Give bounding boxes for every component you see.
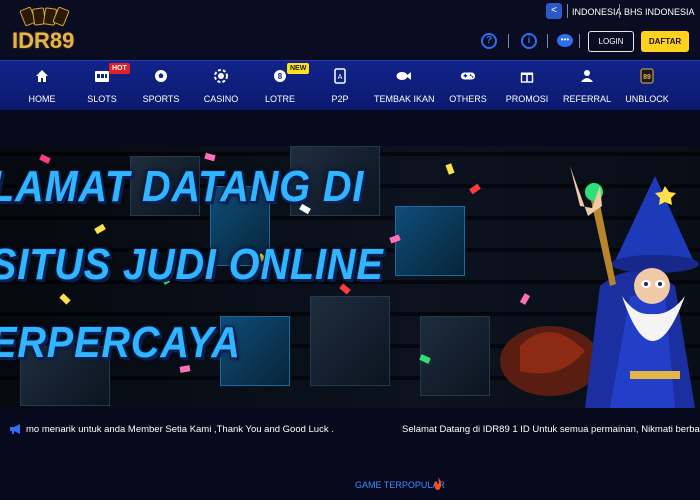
svg-text:8: 8 bbox=[278, 72, 283, 81]
divider bbox=[508, 34, 509, 48]
banner-headline-line-3: ERPERCAYA bbox=[0, 318, 241, 367]
nav-label: HOME bbox=[28, 94, 56, 104]
nav-item-promosi[interactable]: PROMOSI bbox=[505, 61, 549, 111]
nav-item-sports[interactable]: SPORTS bbox=[139, 61, 183, 111]
top-bar: IDR89 < INDONESIA BHS INDONESIA ? i ••• … bbox=[0, 0, 700, 60]
nav-label: REFERRAL bbox=[562, 94, 611, 104]
fish-icon bbox=[396, 68, 412, 84]
nav-item-home[interactable]: HOME bbox=[20, 61, 64, 111]
gamepad-icon bbox=[460, 68, 476, 84]
background-cube bbox=[395, 206, 465, 276]
help-icon[interactable]: ? bbox=[481, 33, 497, 49]
language-option-bhs-indonesia[interactable]: BHS INDONESIA bbox=[624, 7, 695, 17]
megaphone-icon bbox=[9, 423, 23, 435]
nav-item-others[interactable]: OTHERS bbox=[446, 61, 490, 111]
slot-machine-icon bbox=[94, 68, 110, 84]
nav-label: PROMOSI bbox=[505, 94, 549, 104]
nav-item-lotre[interactable]: 8 NEW LOTRE bbox=[258, 61, 310, 111]
marquee-text-right: Selamat Datang di IDR89 1 ID Untuk semua… bbox=[402, 424, 700, 435]
live-chat-icon[interactable]: ••• bbox=[557, 34, 573, 47]
idr89-badge-icon: 89 bbox=[639, 68, 655, 84]
banner-headline-line-2: SITUS JUDI ONLINE bbox=[0, 240, 384, 289]
lottery-ball-icon: 8 bbox=[272, 68, 288, 84]
share-icon[interactable]: < bbox=[546, 3, 562, 19]
wizard-character-illustration bbox=[500, 166, 699, 408]
logo-text: IDR89 bbox=[12, 28, 75, 53]
nav-label: P2P bbox=[331, 94, 349, 104]
new-badge: NEW bbox=[287, 63, 310, 74]
soccer-ball-icon bbox=[153, 68, 169, 84]
fire-icon bbox=[434, 477, 442, 490]
hero-banner[interactable]: LAMAT DATANG DI SITUS JUDI ONLINE ERPERC… bbox=[0, 146, 700, 408]
playing-card-icon: A bbox=[332, 68, 348, 84]
nav-item-casino[interactable]: CASINO bbox=[199, 61, 243, 111]
confetti bbox=[469, 183, 481, 195]
section-title: GAME TERPOPULAR bbox=[355, 480, 445, 490]
nav-item-p2p[interactable]: A P2P bbox=[318, 61, 362, 111]
background-cube bbox=[310, 296, 390, 386]
nav-item-unblock[interactable]: 89 UNBLOCK bbox=[623, 61, 671, 111]
divider bbox=[619, 4, 620, 18]
users-icon bbox=[579, 68, 595, 84]
nav-item-slots[interactable]: HOT SLOTS bbox=[80, 61, 130, 111]
nav-item-referral[interactable]: REFERRAL bbox=[562, 61, 612, 111]
casino-chip-icon bbox=[213, 68, 229, 84]
nav-label: OTHERS bbox=[449, 94, 487, 104]
banner-headline-line-1: LAMAT DATANG DI bbox=[0, 162, 365, 211]
spacer bbox=[0, 110, 700, 146]
nav-label: LOTRE bbox=[264, 94, 295, 104]
cards-logo-icon bbox=[18, 6, 70, 28]
language-option-indonesia[interactable]: INDONESIA bbox=[572, 7, 622, 17]
divider bbox=[567, 4, 568, 18]
popular-games-section: GAME TERPOPULAR bbox=[0, 452, 700, 500]
confetti bbox=[94, 223, 106, 235]
confetti bbox=[445, 163, 455, 175]
announcement-marquee: mo menarik untuk anda Member Setia Kami … bbox=[0, 408, 700, 452]
nav-label: CASINO bbox=[203, 94, 239, 104]
svg-text:89: 89 bbox=[643, 74, 651, 81]
confetti bbox=[59, 293, 71, 305]
site-logo[interactable]: IDR89 bbox=[12, 6, 74, 56]
background-cube bbox=[420, 316, 490, 396]
gift-icon bbox=[519, 68, 535, 84]
info-icon[interactable]: i bbox=[521, 33, 537, 49]
nav-label: SPORTS bbox=[142, 94, 180, 104]
nav-item-tembak-ikan[interactable]: TEMBAK IKAN bbox=[374, 61, 435, 111]
main-nav: HOME HOT SLOTS SPORTS CASINO 8 NEW LOTRE… bbox=[0, 60, 700, 110]
divider bbox=[579, 34, 580, 48]
nav-label: TEMBAK IKAN bbox=[374, 94, 435, 104]
register-button[interactable]: DAFTAR bbox=[641, 31, 689, 52]
page: IDR89 < INDONESIA BHS INDONESIA ? i ••• … bbox=[0, 0, 700, 500]
nav-label: SLOTS bbox=[87, 94, 117, 104]
hot-badge: HOT bbox=[109, 63, 130, 74]
divider bbox=[547, 34, 548, 48]
nav-label: UNBLOCK bbox=[625, 94, 669, 104]
login-button[interactable]: LOGIN bbox=[588, 31, 634, 52]
home-icon bbox=[34, 68, 50, 84]
confetti bbox=[204, 152, 216, 162]
marquee-text-left: mo menarik untuk anda Member Setia Kami … bbox=[26, 424, 334, 435]
svg-text:A: A bbox=[338, 74, 343, 81]
